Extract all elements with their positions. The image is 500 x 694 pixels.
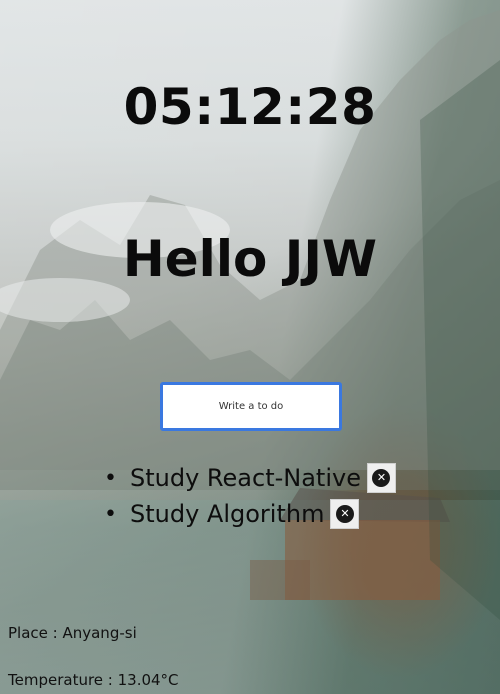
todo-form	[160, 382, 342, 431]
close-icon: ✕	[372, 469, 391, 487]
clock-display: 05:12:28	[123, 78, 377, 136]
delete-todo-button[interactable]: ✕	[330, 499, 360, 529]
list-item: • Study Algorithm ✕	[104, 496, 396, 532]
todo-text: Study React-Native	[130, 464, 361, 492]
bullet-icon: •	[104, 465, 117, 491]
weather-temperature: Temperature : 13.04°C	[8, 671, 179, 689]
todo-input[interactable]	[160, 382, 342, 431]
greeting-heading: Hello JJW	[122, 230, 378, 288]
todo-text: Study Algorithm	[130, 500, 325, 528]
todo-list: • Study React-Native ✕ • Study Algorithm…	[104, 460, 396, 532]
weather-place: Place : Anyang-si	[8, 624, 137, 642]
bullet-icon: •	[104, 501, 117, 527]
delete-todo-button[interactable]: ✕	[366, 463, 396, 493]
close-icon: ✕	[335, 505, 354, 523]
list-item: • Study React-Native ✕	[104, 460, 396, 496]
